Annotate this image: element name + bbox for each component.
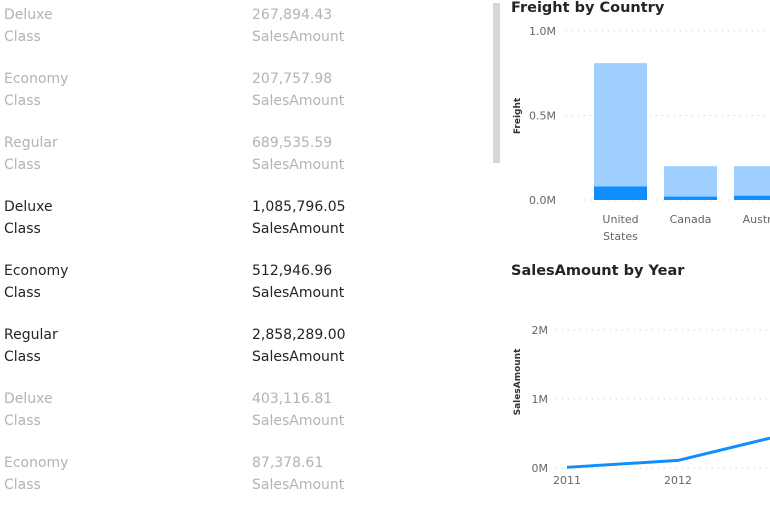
bar-light: [664, 166, 717, 200]
bar-dark: [664, 196, 717, 200]
y-tick-label: 2M: [532, 324, 549, 337]
y-tick-label: 1.0M: [529, 25, 556, 38]
y-axis-label: SalesAmount: [513, 348, 523, 415]
bar-dark: [734, 195, 770, 200]
charts-canvas: 0.0M 0.5M 1.0M Freight United States Canada Aus…: [513, 25, 770, 487]
bar-dark: [594, 186, 647, 200]
y-axis-label: Freight: [513, 97, 523, 134]
x-tick-label: Austra: [743, 213, 770, 226]
x-tick-label: United: [602, 213, 638, 226]
y-tick-label: 0.0M: [529, 194, 556, 207]
bar-light: [594, 63, 647, 200]
x-tick-label: 2012: [664, 474, 692, 487]
x-tick-label: States: [603, 230, 638, 243]
bar-light: [734, 166, 770, 200]
y-tick-label: 0.5M: [529, 110, 556, 123]
y-tick-label: 0M: [532, 462, 549, 475]
y-tick-label: 1M: [532, 393, 549, 406]
x-tick-label: 2011: [553, 474, 581, 487]
x-tick-label: Canada: [670, 213, 712, 226]
sales-line: [566, 436, 770, 469]
